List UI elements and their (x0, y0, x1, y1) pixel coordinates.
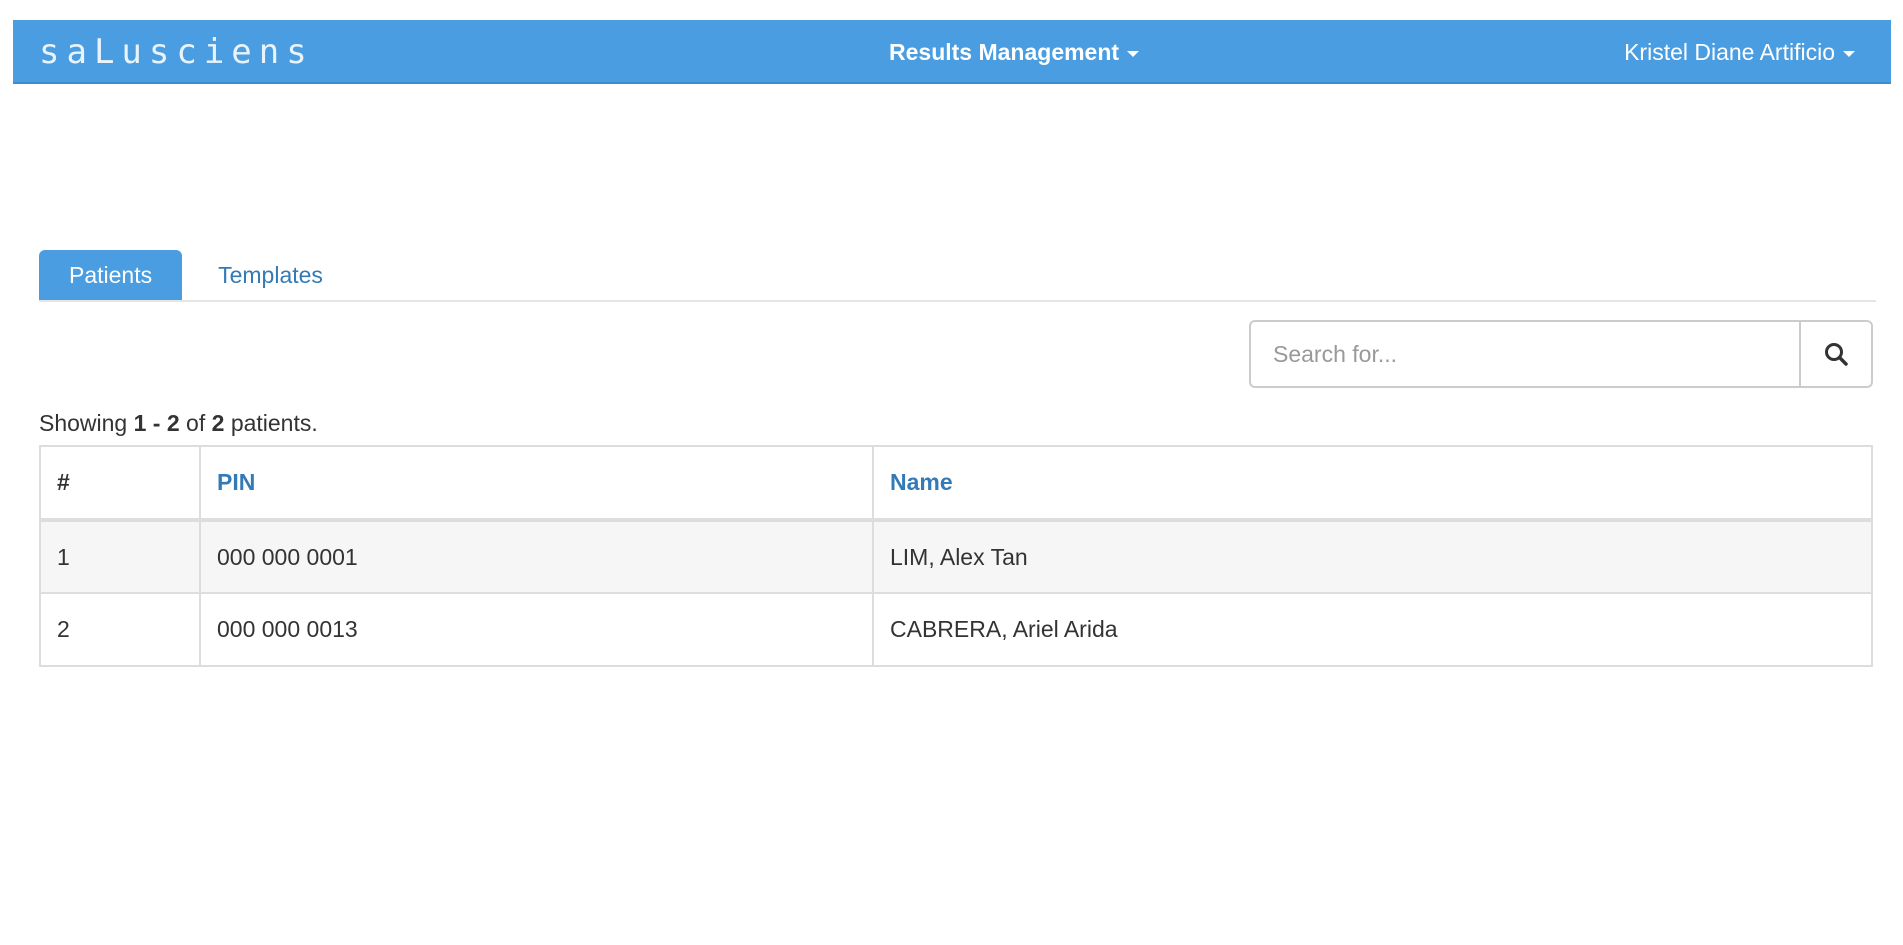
cell-pin: 000 000 0001 (199, 519, 874, 594)
tab-templates[interactable]: Templates (188, 250, 353, 300)
search-icon (1825, 343, 1848, 366)
caret-down-icon (1843, 50, 1855, 57)
search-button[interactable] (1799, 320, 1873, 388)
results-management-label: Results Management (889, 38, 1120, 65)
table-header-row: # PIN Name (39, 445, 1873, 522)
column-header-pin[interactable]: PIN (199, 445, 874, 522)
search-input[interactable] (1249, 320, 1799, 388)
patients-table: # PIN Name 1 000 000 0001 LIM, Alex Tan … (39, 445, 1873, 667)
user-name-label: Kristel Diane Artificio (1624, 38, 1835, 65)
cell-number: 1 (39, 519, 201, 594)
summary-range: 1 - 2 (133, 410, 180, 436)
search-group (1249, 320, 1873, 388)
top-navbar: saLusciens Results Management Kristel Di… (13, 20, 1891, 84)
user-menu[interactable]: Kristel Diane Artificio (1624, 20, 1855, 84)
results-summary: Showing 1 - 2 of 2 patients. (39, 410, 318, 437)
brand-logo[interactable]: saLusciens (39, 30, 314, 74)
tab-patients[interactable]: Patients (39, 250, 183, 300)
cell-number: 2 (39, 592, 201, 667)
summary-total: 2 (211, 410, 225, 436)
column-header-name[interactable]: Name (872, 445, 1873, 522)
summary-suffix: patients. (230, 410, 318, 436)
tab-bar: Patients Templates (39, 250, 1876, 302)
cell-name: LIM, Alex Tan (872, 519, 1873, 594)
caret-down-icon (1127, 50, 1140, 57)
summary-of: of (186, 410, 206, 436)
column-header-number: # (39, 445, 201, 522)
cell-name: CABRERA, Ariel Arida (872, 592, 1873, 667)
cell-pin: 000 000 0013 (199, 592, 874, 667)
results-management-menu[interactable]: Results Management (889, 20, 1140, 84)
table-row[interactable]: 2 000 000 0013 CABRERA, Ariel Arida (39, 592, 1873, 667)
summary-prefix: Showing (39, 410, 128, 436)
page: saLusciens Results Management Kristel Di… (0, 0, 1903, 945)
table-row[interactable]: 1 000 000 0001 LIM, Alex Tan (39, 519, 1873, 594)
